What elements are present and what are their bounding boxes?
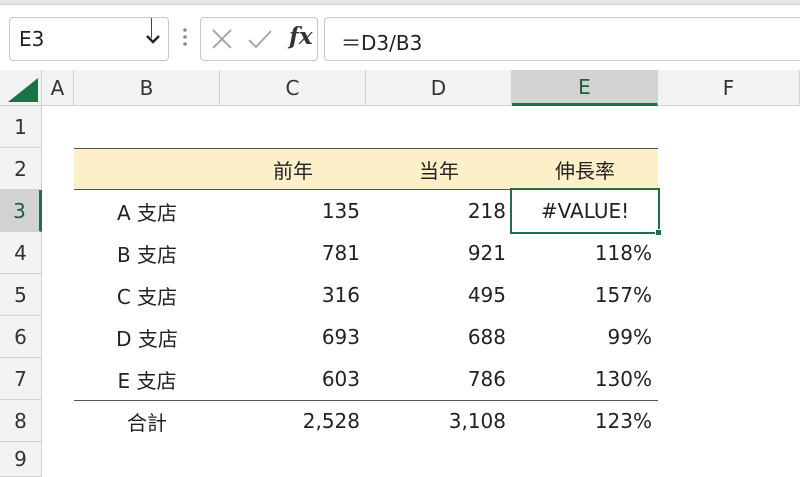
cell-c5[interactable]: 316: [220, 274, 366, 316]
cell-e2-header[interactable]: 伸長率: [512, 148, 658, 190]
chevron-down-icon[interactable]: [144, 28, 162, 50]
cell-b6[interactable]: D 支店: [74, 316, 220, 358]
cancel-icon[interactable]: [211, 28, 233, 50]
row-header-8[interactable]: 8: [0, 400, 42, 442]
column-header-b[interactable]: B: [74, 70, 220, 106]
cell-d3[interactable]: 218: [366, 190, 512, 232]
cell-b8-total-label[interactable]: 合計: [74, 400, 220, 442]
name-box[interactable]: E3: [9, 17, 169, 61]
cell-e7[interactable]: 130%: [512, 358, 658, 400]
cell-e5[interactable]: 157%: [512, 274, 658, 316]
formula-buttons: fx: [200, 17, 318, 61]
cell-c3[interactable]: 135: [220, 190, 366, 232]
row-header-3[interactable]: 3: [0, 190, 42, 232]
cell-c6[interactable]: 693: [220, 316, 366, 358]
column-header-d[interactable]: D: [366, 70, 512, 106]
cell-d6[interactable]: 688: [366, 316, 512, 358]
row-header-6[interactable]: 6: [0, 316, 42, 358]
more-options-icon[interactable]: [182, 26, 188, 48]
formula-text: ＝D3/B3: [341, 31, 423, 55]
spreadsheet-grid: A B C D E F 1 2 3 4 5 6 7 8 9 前年 当年 伸長率 …: [0, 70, 800, 477]
cell-c4[interactable]: 781: [220, 232, 366, 274]
select-all-button[interactable]: [0, 70, 42, 106]
fill-handle[interactable]: [655, 229, 662, 236]
cell-c7[interactable]: 603: [220, 358, 366, 400]
row-header-5[interactable]: 5: [0, 274, 42, 316]
cell-e4[interactable]: 118%: [512, 232, 658, 274]
column-header-f[interactable]: F: [658, 70, 800, 106]
row-header-9[interactable]: 9: [0, 442, 42, 477]
enter-check-icon[interactable]: [247, 28, 273, 50]
column-header-c[interactable]: C: [220, 70, 366, 106]
ribbon-edge: [0, 0, 800, 5]
column-header-e[interactable]: E: [512, 70, 658, 106]
row-header-1[interactable]: 1: [0, 106, 42, 148]
cell-d5[interactable]: 495: [366, 274, 512, 316]
cell-b4[interactable]: B 支店: [74, 232, 220, 274]
cell-d8-total[interactable]: 3,108: [366, 400, 512, 442]
cell-d2-header[interactable]: 当年: [366, 148, 512, 190]
active-cell-border: [510, 188, 660, 234]
insert-function-icon[interactable]: fx: [289, 23, 313, 50]
column-header-a[interactable]: A: [42, 70, 74, 106]
cell-c8-total[interactable]: 2,528: [220, 400, 366, 442]
name-box-value: E3: [19, 27, 45, 51]
cell-e6[interactable]: 99%: [512, 316, 658, 358]
cell-b2[interactable]: [74, 148, 220, 190]
formula-input[interactable]: ＝D3/B3: [324, 17, 800, 61]
cell-d7[interactable]: 786: [366, 358, 512, 400]
row-header-4[interactable]: 4: [0, 232, 42, 274]
cell-d4[interactable]: 921: [366, 232, 512, 274]
cell-b7[interactable]: E 支店: [74, 358, 220, 400]
cell-c2-header[interactable]: 前年: [220, 148, 366, 190]
formula-bar-area: E3 fx ＝D3/B3: [0, 0, 800, 70]
cell-b3[interactable]: A 支店: [74, 190, 220, 232]
row-header-7[interactable]: 7: [0, 358, 42, 400]
cell-b5[interactable]: C 支店: [74, 274, 220, 316]
row-header-2[interactable]: 2: [0, 148, 42, 190]
cell-e8-total[interactable]: 123%: [512, 400, 658, 442]
